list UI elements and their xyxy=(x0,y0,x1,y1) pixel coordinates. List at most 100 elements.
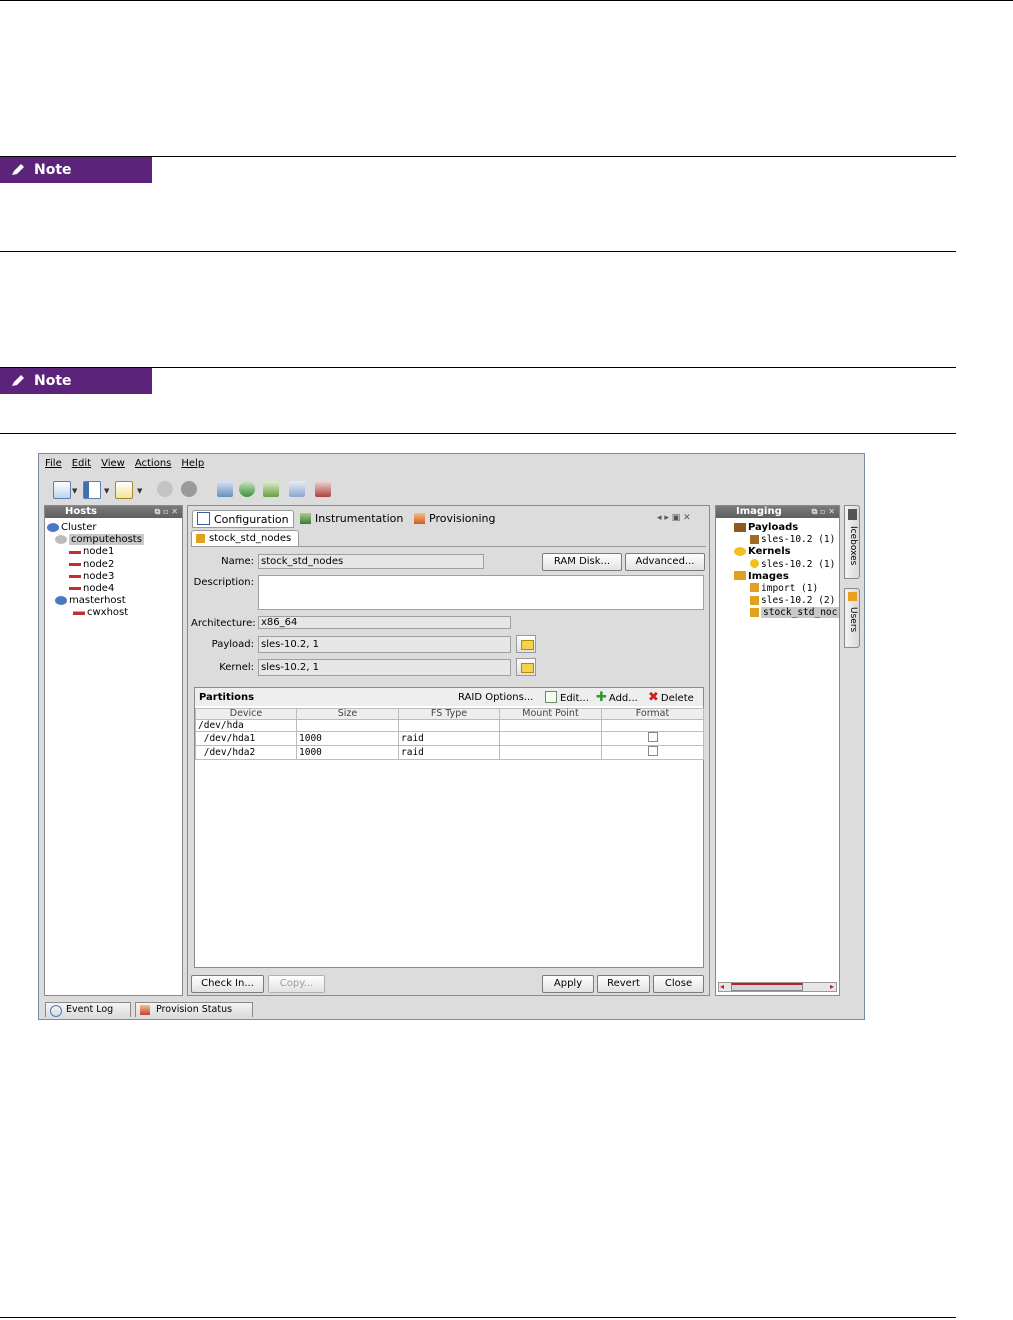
hosts-panel: Hosts ⧉ ▫ ✕ Cluster computehosts node1 n… xyxy=(44,505,183,996)
edit-partition-button[interactable]: Edit... xyxy=(545,691,589,704)
format-checkbox[interactable] xyxy=(647,732,658,742)
tab-event-log[interactable]: Event Log xyxy=(45,1002,131,1017)
configuration-panel: Configuration Instrumentation Provisioni… xyxy=(187,505,710,996)
scroll-left-icon[interactable]: ◂ xyxy=(720,983,724,991)
disk-check-icon[interactable] xyxy=(315,481,331,497)
tree-item-masterhost[interactable]: masterhost xyxy=(47,595,144,607)
ram-disk-button[interactable]: RAM Disk... xyxy=(542,553,622,571)
horizontal-scrollbar[interactable]: ◂ ▸ xyxy=(718,982,837,992)
name-field[interactable]: stock_std_nodes xyxy=(258,554,484,569)
node-icon xyxy=(69,548,81,554)
kernel-field[interactable]: sles-10.2, 1 xyxy=(258,659,511,676)
users-icon xyxy=(848,592,857,601)
tab-stock-std-nodes[interactable]: stock_std_nodes xyxy=(191,530,299,546)
tree-item-images[interactable]: Images xyxy=(720,571,839,583)
upload-icon[interactable] xyxy=(263,481,279,497)
chevron-down-icon[interactable]: ▼ xyxy=(137,487,142,495)
group-icon xyxy=(55,534,67,544)
event-log-icon xyxy=(50,1005,62,1017)
side-tab-users[interactable]: Users xyxy=(844,588,860,648)
panel-controls-icon[interactable]: ⧉ ▫ ✕ xyxy=(155,506,178,518)
top-rule xyxy=(0,0,1013,1)
tab-nav-controls-icon[interactable]: ◂ ▸ ▣ ✕ xyxy=(657,513,691,523)
tree-item-cluster[interactable]: Cluster xyxy=(47,522,144,534)
column-header-fs-type[interactable]: FS Type xyxy=(398,708,500,720)
layout-icon[interactable] xyxy=(83,481,101,499)
column-header-mount-point[interactable]: Mount Point xyxy=(499,708,602,720)
new-window-icon[interactable] xyxy=(53,481,71,499)
menu-actions[interactable]: Actions xyxy=(135,458,172,474)
panel-controls-icon[interactable]: ⧉ ▫ ✕ xyxy=(812,506,835,518)
raid-options-button[interactable]: RAID Options... xyxy=(458,692,533,703)
folder-icon xyxy=(521,663,534,673)
tab-provision-status[interactable]: Provision Status xyxy=(135,1002,253,1017)
app-window: File Edit View Actions Help ▼ ▼ ▼ Hosts … xyxy=(38,453,865,1020)
menu-help[interactable]: Help xyxy=(181,458,204,474)
node-icon xyxy=(69,561,81,567)
scroll-right-icon[interactable]: ▸ xyxy=(830,983,834,991)
tree-item-kernels[interactable]: Kernels xyxy=(720,546,839,558)
image-icon xyxy=(734,571,746,581)
tree-item-image-import[interactable]: import (1) xyxy=(720,583,839,595)
scroll-thumb[interactable] xyxy=(731,983,803,991)
payload-field[interactable]: sles-10.2, 1 xyxy=(258,636,511,653)
size-cell xyxy=(296,719,399,732)
copy-button[interactable]: Copy... xyxy=(268,975,325,993)
tree-item-image-sles[interactable]: sles-10.2 (2) xyxy=(720,595,839,607)
tree-item-image-stock[interactable]: stock_std_noc xyxy=(720,607,840,619)
description-field[interactable] xyxy=(258,575,704,610)
tree-item-cwxhost[interactable]: cwxhost xyxy=(47,607,144,619)
image-lock-icon xyxy=(196,534,205,543)
provisioning-icon xyxy=(414,513,425,524)
database-icon[interactable] xyxy=(217,481,233,497)
chevron-down-icon[interactable]: ▼ xyxy=(72,487,77,495)
menu-bar: File Edit View Actions Help xyxy=(45,458,214,474)
tab-instrumentation[interactable]: Instrumentation xyxy=(300,510,403,528)
revert-button[interactable]: Revert xyxy=(597,975,650,993)
check-in-button[interactable]: Check In... xyxy=(191,975,264,993)
tree-item-computehosts[interactable]: computehosts xyxy=(47,534,144,546)
power-on-icon[interactable] xyxy=(157,481,173,497)
tree-item-payload-sles[interactable]: sles-10.2 (1) xyxy=(720,534,839,546)
column-header-device[interactable]: Device xyxy=(195,708,297,720)
column-header-format[interactable]: Format xyxy=(601,708,704,720)
column-header-size[interactable]: Size xyxy=(296,708,399,720)
advanced-button[interactable]: Advanced... xyxy=(625,553,705,571)
browse-payload-button[interactable] xyxy=(516,635,536,653)
chevron-down-icon[interactable]: ▼ xyxy=(104,487,109,495)
apply-button[interactable]: Apply xyxy=(542,975,594,993)
tree-item-kernel-sles[interactable]: sles-10.2 (1) xyxy=(720,559,839,571)
table-row[interactable]: /dev/hda2 1000 raid xyxy=(195,745,704,760)
delete-partition-button[interactable]: ✖ Delete xyxy=(648,690,694,705)
tree-item-node4[interactable]: node4 xyxy=(47,583,144,595)
menu-file[interactable]: File xyxy=(45,458,62,474)
kernel-icon xyxy=(734,546,746,556)
table-row[interactable]: /dev/hda xyxy=(195,719,704,732)
tab-provisioning[interactable]: Provisioning xyxy=(414,510,496,528)
architecture-field: x86_64 xyxy=(258,616,511,629)
add-partition-button[interactable]: ✚ Add... xyxy=(596,690,638,705)
browse-kernel-button[interactable] xyxy=(516,658,536,676)
side-tab-iceboxes[interactable]: Iceboxes xyxy=(844,505,860,579)
search-icon[interactable] xyxy=(289,481,305,497)
note1-bottom-rule xyxy=(0,251,956,252)
tree-item-node3[interactable]: node3 xyxy=(47,571,144,583)
masterhost-icon xyxy=(55,595,67,605)
menu-edit[interactable]: Edit xyxy=(72,458,91,474)
power-off-icon[interactable] xyxy=(181,481,197,497)
refresh-icon[interactable] xyxy=(239,481,255,497)
note-label: Note xyxy=(34,373,72,389)
table-row[interactable]: /dev/hda1 1000 raid xyxy=(195,731,704,746)
tree-item-node2[interactable]: node2 xyxy=(47,559,144,571)
tree-item-node1[interactable]: node1 xyxy=(47,546,144,558)
tab-configuration[interactable]: Configuration xyxy=(192,510,294,528)
format-checkbox[interactable] xyxy=(647,746,658,756)
fs-type-cell: raid xyxy=(398,731,500,746)
format-cell xyxy=(601,719,704,732)
close-button[interactable]: Close xyxy=(653,975,704,993)
menu-view[interactable]: View xyxy=(101,458,125,474)
favorites-icon[interactable] xyxy=(115,481,133,499)
pencil-icon xyxy=(12,375,24,386)
tree-item-payloads[interactable]: Payloads xyxy=(720,522,839,534)
payload-label: Payload: xyxy=(211,639,254,650)
